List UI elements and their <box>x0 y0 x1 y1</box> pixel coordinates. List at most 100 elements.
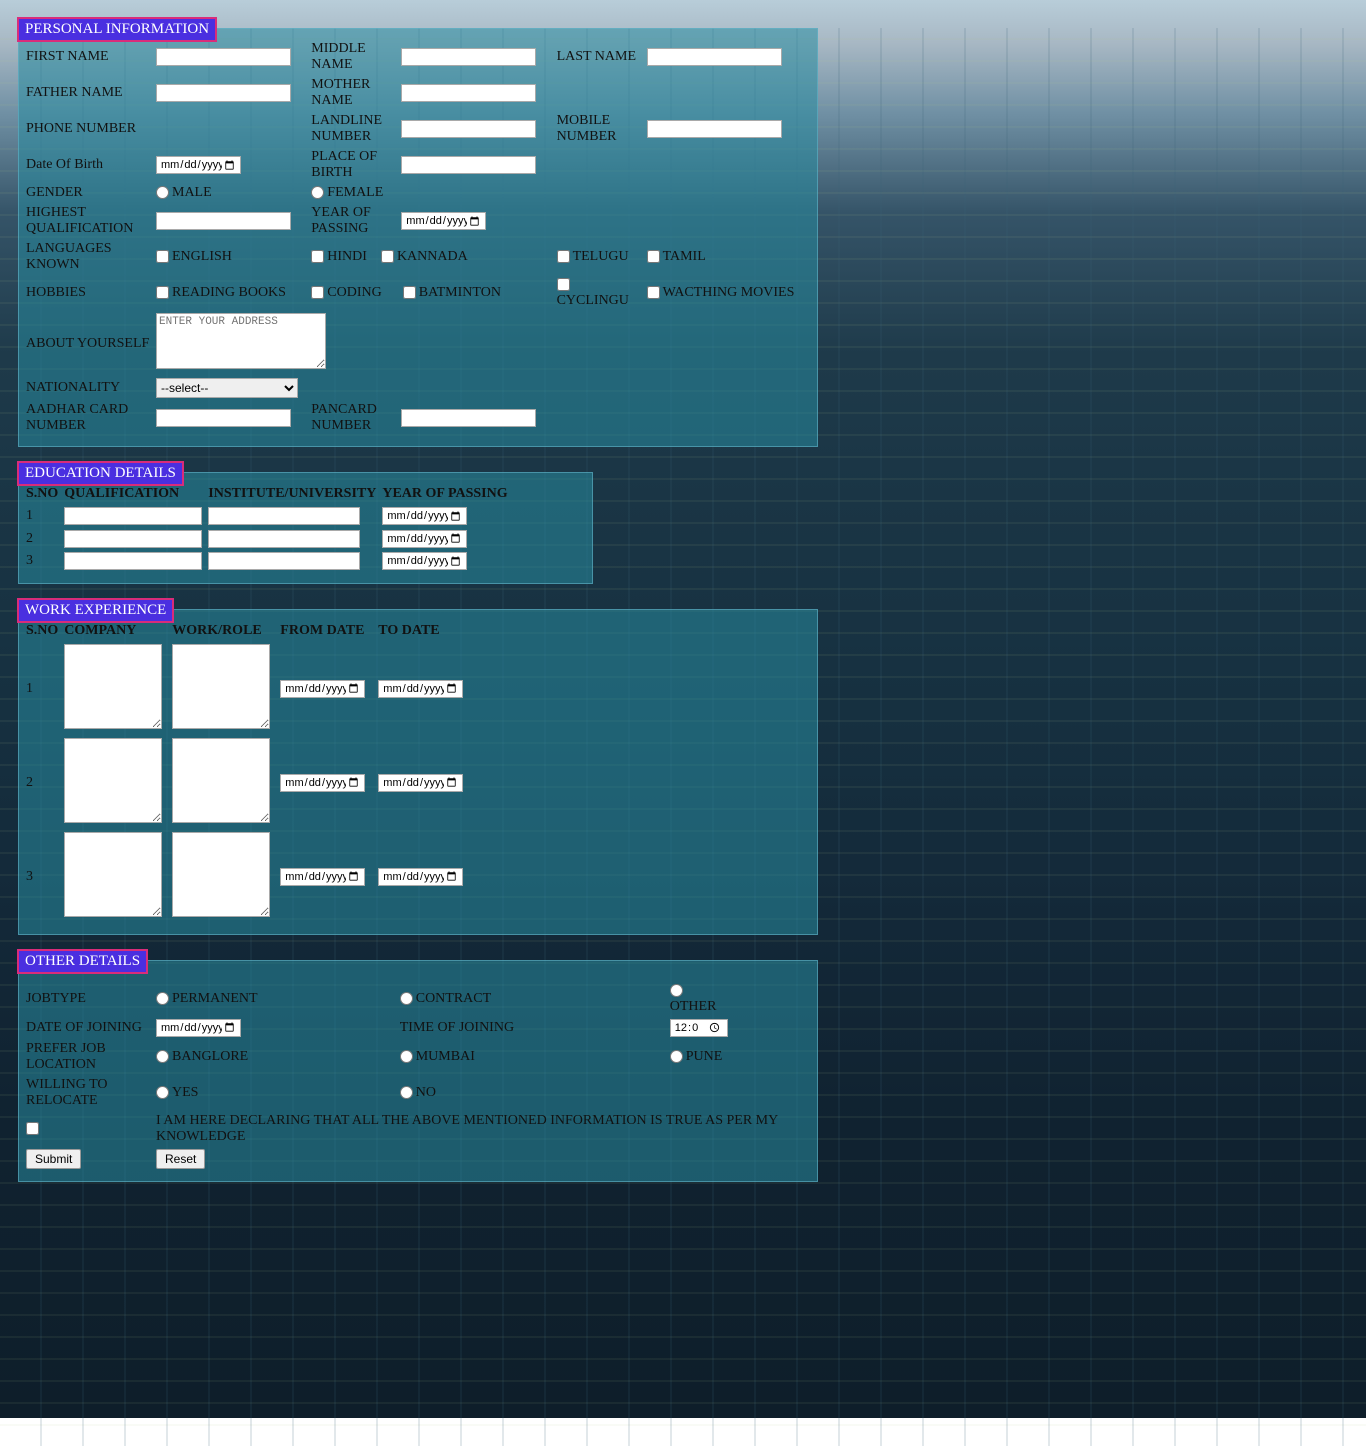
work-row-sno: 3 <box>23 830 61 924</box>
table-row: 2 <box>23 528 511 551</box>
jobtype-permanent-radio[interactable] <box>156 992 169 1005</box>
hobby-reading-checkbox[interactable] <box>156 286 169 299</box>
movies-label: WACTHING MOVIES <box>663 285 795 300</box>
yop-input[interactable] <box>401 212 486 230</box>
relocate-no-radio[interactable] <box>400 1086 413 1099</box>
table-row: 2 <box>23 736 473 830</box>
edu-qual-input[interactable] <box>64 530 202 548</box>
edu-qual-input[interactable] <box>64 552 202 570</box>
reset-button[interactable]: Reset <box>156 1149 205 1169</box>
lang-telugu-checkbox[interactable] <box>557 250 570 263</box>
education-legend: EDUCATION DETAILS <box>17 461 184 486</box>
lang-tamil-checkbox[interactable] <box>647 250 660 263</box>
father-name-input[interactable] <box>156 84 291 102</box>
work-from-input[interactable] <box>280 680 365 698</box>
first-name-label: FIRST NAME <box>23 39 153 75</box>
pancard-input[interactable] <box>401 409 536 427</box>
jobtype-contract-radio[interactable] <box>400 992 413 1005</box>
edu-institute-input[interactable] <box>208 530 360 548</box>
permanent-label: PERMANENT <box>172 991 258 1006</box>
nationality-select[interactable]: --select-- <box>156 378 298 398</box>
relocate-yes-radio[interactable] <box>156 1086 169 1099</box>
mother-name-input[interactable] <box>401 84 536 102</box>
loc-label: PREFER JOB LOCATION <box>23 1039 153 1075</box>
relocate-label: WILLING TO RELOCATE <box>23 1075 153 1111</box>
male-label: MALE <box>172 185 212 200</box>
work-company-header: COMPANY <box>61 620 169 642</box>
edu-institute-input[interactable] <box>208 507 360 525</box>
edu-yop-input[interactable] <box>382 552 467 570</box>
about-label: ABOUT YOURSELF <box>23 311 153 376</box>
pune-label: PUNE <box>686 1049 723 1064</box>
pancard-label: PANCARD NUMBER <box>308 400 398 436</box>
dob-input[interactable] <box>156 156 241 174</box>
table-row: 3 <box>23 550 511 573</box>
work-from-input[interactable] <box>280 868 365 886</box>
last-name-input[interactable] <box>647 48 782 66</box>
reading-label: READING BOOKS <box>172 285 286 300</box>
gender-male-radio[interactable] <box>156 186 169 199</box>
work-role-header: WORK/ROLE <box>169 620 277 642</box>
edu-qual-input[interactable] <box>64 507 202 525</box>
work-company-textarea[interactable] <box>64 738 162 823</box>
work-from-header: FROM DATE <box>277 620 375 642</box>
about-textarea[interactable] <box>156 313 326 369</box>
lang-kannada-checkbox[interactable] <box>381 250 394 263</box>
phone-number-label: PHONE NUMBER <box>23 111 153 147</box>
loc-banglore-radio[interactable] <box>156 1050 169 1063</box>
mumbai-label: MUMBAI <box>416 1049 475 1064</box>
first-name-input[interactable] <box>156 48 291 66</box>
other-legend: OTHER DETAILS <box>17 949 148 974</box>
work-row-sno: 1 <box>23 642 61 736</box>
toj-input[interactable] <box>670 1019 728 1037</box>
coding-label: CODING <box>327 285 381 300</box>
doj-input[interactable] <box>156 1019 241 1037</box>
hobby-batminton-checkbox[interactable] <box>403 286 416 299</box>
lang-hindi-checkbox[interactable] <box>311 250 324 263</box>
english-label: ENGLISH <box>172 249 232 264</box>
table-row: 3 <box>23 830 473 924</box>
edu-yop-header: YEAR OF PASSING <box>379 483 510 505</box>
pob-input[interactable] <box>401 156 536 174</box>
edu-qual-header: QUALIFICATION <box>61 483 205 505</box>
mobile-label: MOBILE NUMBER <box>554 111 644 147</box>
yes-label: YES <box>172 1085 198 1100</box>
yop-label: YEAR OF PASSING <box>308 203 398 239</box>
landline-input[interactable] <box>401 120 536 138</box>
loc-pune-radio[interactable] <box>670 1050 683 1063</box>
kannada-label: KANNADA <box>397 249 468 264</box>
hobby-cycling-checkbox[interactable] <box>557 278 570 291</box>
mobile-input[interactable] <box>647 120 782 138</box>
gender-female-radio[interactable] <box>311 186 324 199</box>
loc-mumbai-radio[interactable] <box>400 1050 413 1063</box>
work-role-textarea[interactable] <box>172 832 270 917</box>
jobtype-other-radio[interactable] <box>670 984 683 997</box>
submit-button[interactable]: Submit <box>26 1149 81 1169</box>
work-company-textarea[interactable] <box>64 644 162 729</box>
middle-name-input[interactable] <box>401 48 536 66</box>
edu-row-sno: 3 <box>23 550 61 573</box>
edu-institute-input[interactable] <box>208 552 360 570</box>
lang-english-checkbox[interactable] <box>156 250 169 263</box>
other-fieldset: OTHER DETAILS JOBTYPE PERMANENT CONTRACT… <box>18 960 818 1182</box>
highest-qual-input[interactable] <box>156 212 291 230</box>
work-role-textarea[interactable] <box>172 644 270 729</box>
aadhar-input[interactable] <box>156 409 291 427</box>
edu-yop-input[interactable] <box>382 507 467 525</box>
work-company-textarea[interactable] <box>64 832 162 917</box>
hobby-movies-checkbox[interactable] <box>647 286 660 299</box>
work-role-textarea[interactable] <box>172 738 270 823</box>
tamil-label: TAMIL <box>663 249 706 264</box>
edu-yop-input[interactable] <box>382 530 467 548</box>
hobby-coding-checkbox[interactable] <box>311 286 324 299</box>
work-to-input[interactable] <box>378 868 463 886</box>
declaration-checkbox[interactable] <box>26 1122 39 1135</box>
other-label: OTHER <box>670 999 717 1014</box>
work-fieldset: WORK EXPERIENCE S.NO COMPANY WORK/ROLE F… <box>18 609 818 935</box>
edu-row-sno: 2 <box>23 528 61 551</box>
work-to-input[interactable] <box>378 774 463 792</box>
work-from-input[interactable] <box>280 774 365 792</box>
work-to-input[interactable] <box>378 680 463 698</box>
table-row: 1 <box>23 642 473 736</box>
edu-institute-header: INSTITUTE/UNIVERSITY <box>205 483 379 505</box>
